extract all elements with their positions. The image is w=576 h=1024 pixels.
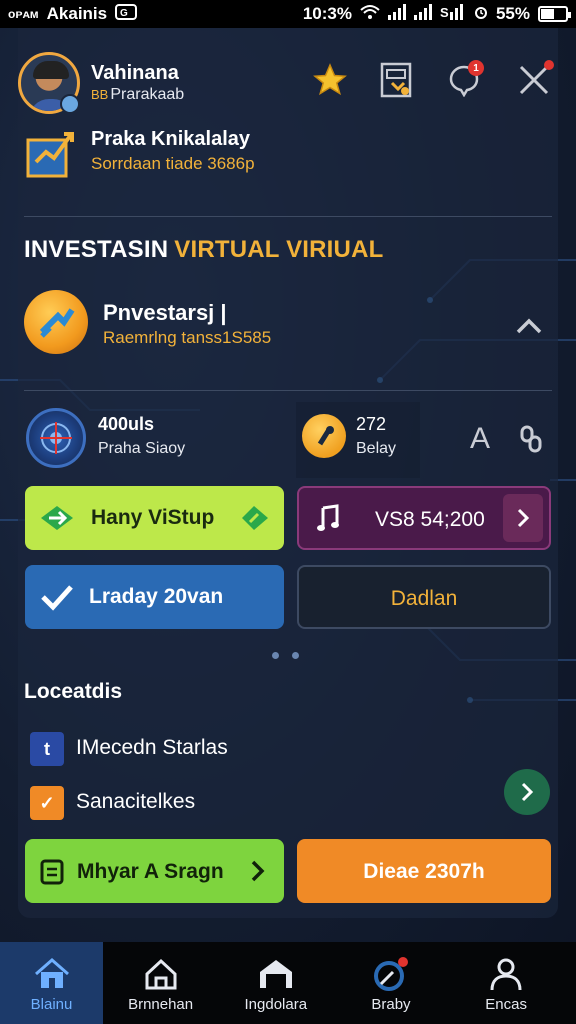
green-primary-label: Mhyar A Sragn <box>77 860 224 883</box>
investment-subtitle: Raemrlng tanss1S585 <box>103 328 272 347</box>
nav-item-2[interactable]: Brnnehan <box>103 942 218 1024</box>
wallet-icon[interactable] <box>376 60 416 100</box>
signal-icon <box>387 3 406 25</box>
briefcase-chart-icon <box>24 126 76 182</box>
stat1-label: Praha Siaoy <box>98 440 186 457</box>
main-card: Vahinana BB Prarakaab 1 Praka Knikalalay … <box>18 28 558 918</box>
clipboard-icon <box>39 857 65 891</box>
profile-subtitle-text: Prarakaab <box>110 86 185 103</box>
dark-secondary-button[interactable]: Dadlan <box>297 565 551 629</box>
coin-icon <box>302 414 346 458</box>
green-action-label: Hany ViStup <box>91 506 215 529</box>
data-signal-icon: S <box>440 3 466 25</box>
chevron-right-icon <box>503 494 543 542</box>
nav-label: Blainu <box>30 996 73 1013</box>
music-amount-label: VS8 54;200 <box>375 508 485 531</box>
send-arrow-icon <box>39 502 75 540</box>
verified-badge-icon <box>60 94 80 114</box>
alarm-icon <box>474 4 488 25</box>
chevron-right-icon <box>250 859 266 889</box>
nav-item-4[interactable]: Braby <box>333 942 448 1024</box>
notification-badge: 1 <box>468 60 484 76</box>
chevron-right-icon <box>521 782 534 802</box>
music-note-icon <box>315 504 343 540</box>
list-title: Loceatdis <box>24 680 123 703</box>
dark-secondary-label: Dadlan <box>390 587 458 610</box>
profile-tag: BB <box>91 87 109 102</box>
section-title: INVESTASIN VIRTUAL VIRIUAL <box>24 236 383 264</box>
checkbox-icon: ✓ <box>30 786 64 820</box>
chat-alert-icon[interactable]: 1 <box>444 60 484 100</box>
battery-icon <box>538 6 571 22</box>
svg-text:S: S <box>440 5 449 20</box>
carrier-prefix: ᴏᴘᴀᴍ <box>8 7 39 21</box>
nav-item-5[interactable]: Encas <box>449 942 564 1024</box>
investment-title: Pnvestarsj | <box>103 300 227 325</box>
garage-icon <box>256 956 296 992</box>
section-title-main: INVESTASIN <box>24 236 169 263</box>
profile-name: Vahinana <box>91 62 179 84</box>
signal-icon-2 <box>413 3 432 25</box>
green-action-button[interactable]: Hany ViStup <box>25 486 284 550</box>
orange-primary-button[interactable]: Dieae 2307h <box>297 839 551 903</box>
green-primary-button[interactable]: Mhyar A Sragn <box>25 839 284 903</box>
font-icon[interactable]: A <box>470 422 490 456</box>
person-icon <box>486 956 526 992</box>
bottom-nav: Blainu Brnnehan Ingdolara Braby Encas <box>0 942 576 1024</box>
checkmark-icon <box>39 581 75 619</box>
list-item-label: IMecedn Starlas <box>76 736 228 759</box>
page-indicator <box>270 652 310 662</box>
close-dot <box>544 60 554 70</box>
linked-account[interactable]: Praka Knikalalay Sorrdaan tiade 3686p <box>18 126 558 186</box>
status-bar: ᴏᴘᴀᴍ Akainis G 10:3% S 55% <box>0 0 576 28</box>
wifi-icon <box>360 4 380 25</box>
stat1-value: 400uls <box>98 414 155 434</box>
blue-confirm-label: Lraday 20van <box>89 585 224 608</box>
section-title-accent: VIRTUAL VIRIUAL <box>174 236 384 263</box>
nav-item-3[interactable]: Ingdolara <box>218 942 333 1024</box>
list-item[interactable]: t IMecedn Starlas <box>30 728 500 768</box>
nav-label: Ingdolara <box>244 996 308 1013</box>
battery-percent: 55% <box>495 4 530 23</box>
divider-2 <box>24 390 552 391</box>
linked-account-title: Praka Knikalalay <box>91 128 250 150</box>
stat2-value: 272 <box>356 414 387 434</box>
target-icon <box>26 408 86 468</box>
home-icon <box>32 956 72 992</box>
tag-icon <box>240 504 270 538</box>
nav-label: Brnnehan <box>128 996 194 1013</box>
music-amount-button[interactable]: VS8 54;200 <box>297 486 551 550</box>
nav-label: Braby <box>371 996 411 1013</box>
stat2-label: Belay <box>356 440 397 457</box>
svg-text:G: G <box>120 8 128 19</box>
investment-coin-icon <box>24 290 88 354</box>
link-icon[interactable] <box>518 424 544 454</box>
profile-subtitle: BB Prarakaab <box>91 86 184 104</box>
document-icon: t <box>30 732 64 766</box>
orange-primary-label: Dieae 2307h <box>363 860 485 883</box>
chevron-up-icon[interactable] <box>514 314 544 338</box>
profile-header: Vahinana BB Prarakaab 1 <box>18 42 558 122</box>
linked-account-subtitle: Sorrdaan tiade 3686p <box>91 154 255 173</box>
close-icon[interactable] <box>514 60 554 100</box>
investment-row[interactable]: Pnvestarsj | Raemrlng tanss1S585 <box>18 286 558 366</box>
compass-icon <box>371 956 411 992</box>
list-item-label: Sanacitelkes <box>76 790 196 813</box>
divider <box>24 216 552 217</box>
sim-icon: G <box>115 3 138 25</box>
blue-confirm-button[interactable]: Lraday 20van <box>25 565 284 629</box>
nav-item-home[interactable]: Blainu <box>0 942 103 1024</box>
star-icon[interactable] <box>310 60 350 100</box>
carrier-name: Akainis <box>46 4 108 23</box>
clock: 10:3% <box>302 4 352 23</box>
nav-label: Encas <box>485 996 527 1013</box>
house-outline-icon <box>141 956 181 992</box>
list-item[interactable]: ✓ Sanacitelkes <box>30 782 500 822</box>
stats-row: 400uls Praha Siaoy 272 Belay A <box>18 400 558 480</box>
next-button[interactable] <box>504 769 550 815</box>
